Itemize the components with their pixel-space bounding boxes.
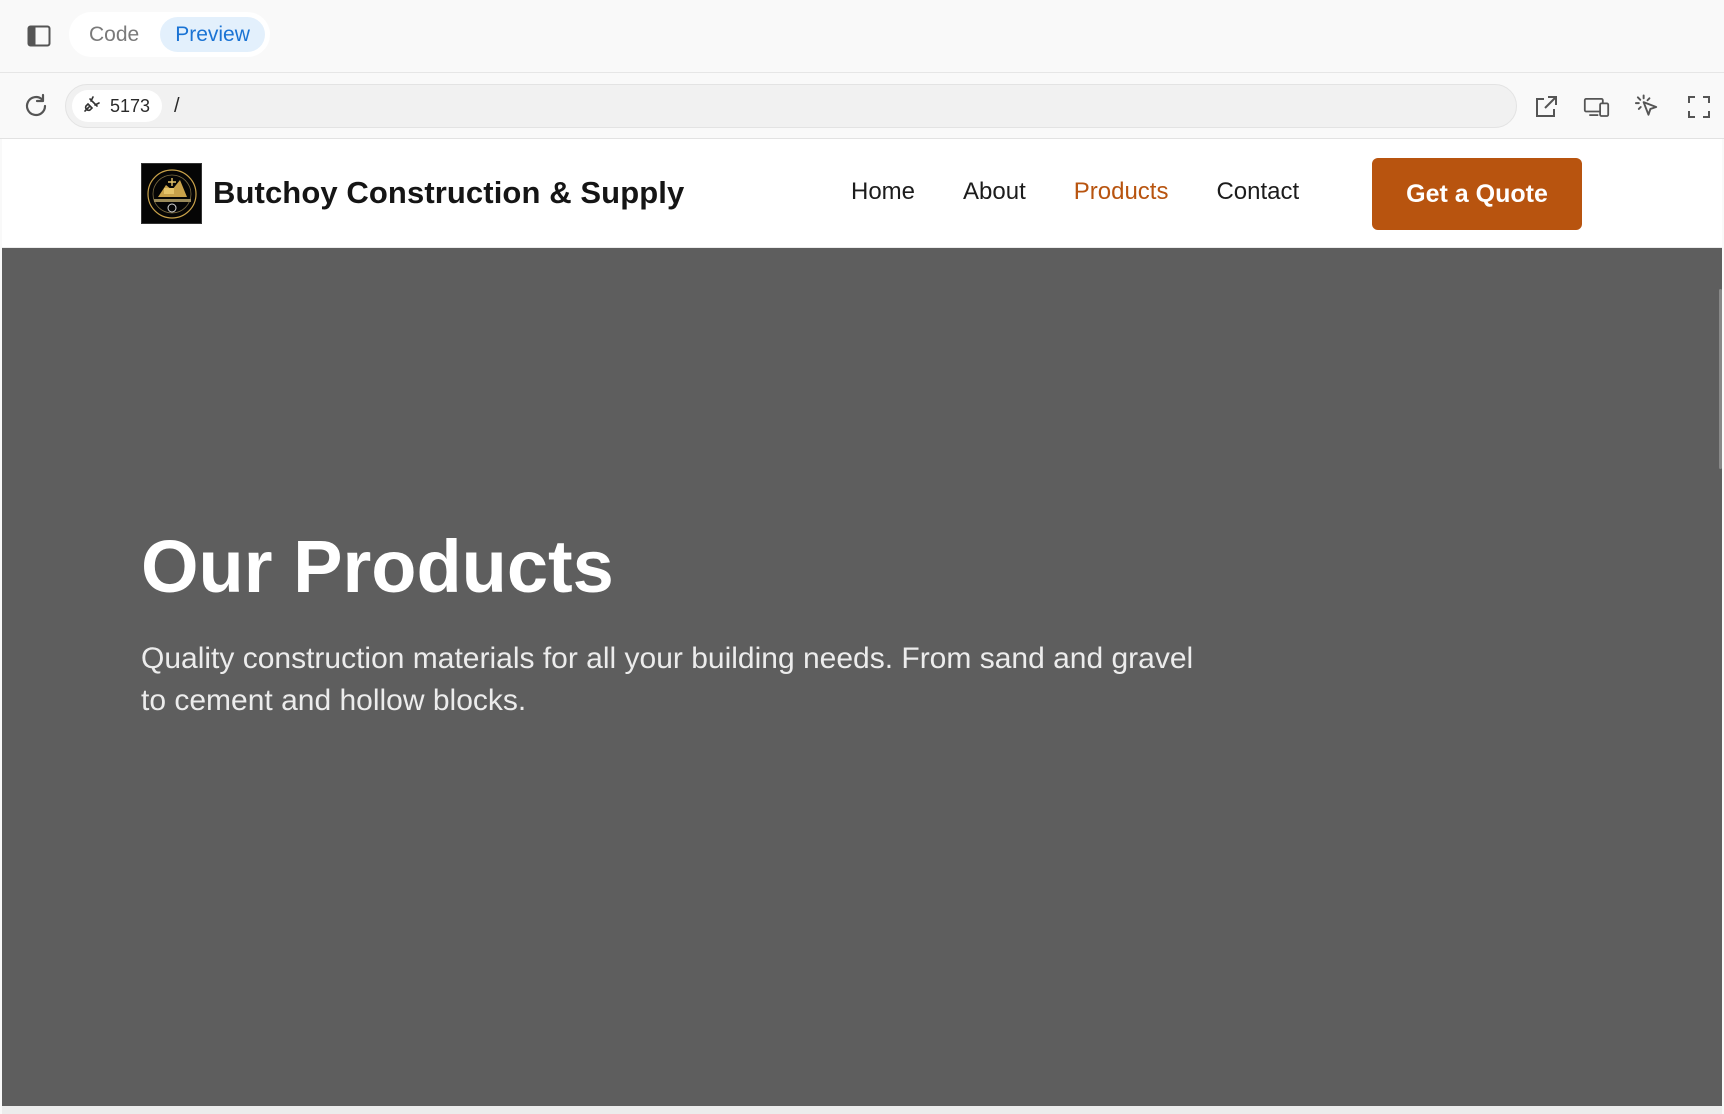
preview-url-bar-row: 5173 / [0, 73, 1724, 139]
nav-link-contact[interactable]: Contact [1216, 177, 1299, 207]
sidebar-toggle-icon[interactable] [26, 24, 52, 48]
responsive-devices-icon[interactable] [1583, 93, 1610, 120]
tab-code[interactable]: Code [74, 17, 154, 52]
bottom-edge [2, 1106, 1722, 1114]
port-number: 5173 [110, 95, 151, 116]
site-header: Butchoy Construction & Supply Home About… [2, 139, 1722, 248]
view-mode-tabs: Code Preview [69, 12, 270, 57]
hero-subtitle-line-2: to cement and hollow blocks. [141, 684, 527, 717]
url-bar[interactable]: 5173 / [65, 84, 1517, 128]
port-pill[interactable]: 5173 [72, 90, 163, 122]
url-path[interactable]: / [174, 93, 180, 119]
editor-top-bar: Code Preview [0, 0, 1724, 73]
nav-link-about[interactable]: About [963, 177, 1026, 207]
brand-name[interactable]: Butchoy Construction & Supply [213, 175, 684, 211]
main-navigation: Home About Products Contact [851, 177, 1299, 207]
plug-icon [82, 94, 102, 119]
preview-tools [1532, 93, 1712, 120]
products-hero: Our Products Quality construction materi… [2, 248, 1722, 1106]
element-select-icon[interactable] [1634, 93, 1661, 120]
nav-link-products[interactable]: Products [1074, 177, 1169, 207]
preview-viewport: Butchoy Construction & Supply Home About… [2, 139, 1722, 1106]
nav-link-home[interactable]: Home [851, 177, 915, 207]
hero-subtitle-line-1: Quality construction materials for all y… [141, 642, 1194, 675]
company-logo[interactable] [141, 163, 202, 224]
tab-preview[interactable]: Preview [160, 17, 265, 52]
scrollbar-thumb[interactable] [1719, 289, 1722, 469]
fullscreen-icon[interactable] [1685, 93, 1712, 120]
get-a-quote-button[interactable]: Get a Quote [1372, 158, 1582, 230]
open-external-icon[interactable] [1532, 93, 1559, 120]
reload-icon[interactable] [22, 92, 50, 120]
hero-subtitle: Quality construction materials for all y… [141, 638, 1291, 722]
hero-title: Our Products [141, 525, 614, 608]
